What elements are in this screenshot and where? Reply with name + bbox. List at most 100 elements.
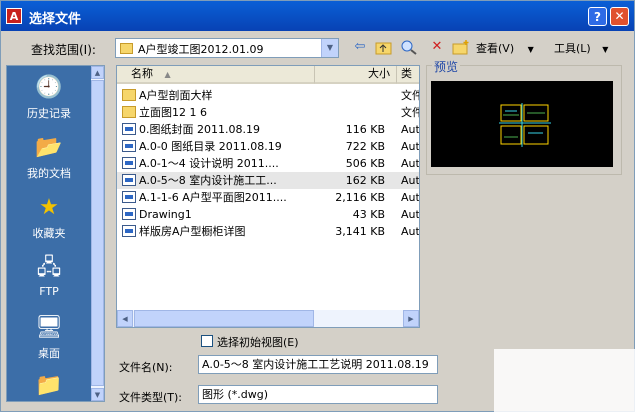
delete-icon[interactable]: ✕ (428, 39, 446, 55)
file-type: Aut (401, 140, 420, 153)
initial-view-checkbox[interactable] (201, 335, 213, 347)
history-icon: 🕘 (35, 75, 63, 100)
column-header-size[interactable]: 大小 (315, 66, 397, 84)
file-size: 506 KB (345, 157, 385, 170)
file-size: 43 KB (352, 208, 385, 221)
folder-up-icon[interactable] (375, 39, 393, 55)
file-size: 162 KB (345, 174, 385, 187)
tools-label: 工具(L) (554, 42, 591, 55)
back-arrow-icon[interactable]: ⇦ (351, 39, 369, 55)
folder-icon: 📁 (35, 373, 63, 398)
search-web-icon[interactable] (400, 39, 418, 55)
views-menu[interactable]: 查看(V) ▼ (476, 40, 534, 56)
scroll-left-button[interactable]: ◀ (117, 310, 133, 327)
table-row[interactable]: A.0-0 图纸目录 2011.08.19 722 KB Aut (117, 138, 419, 155)
scroll-thumb[interactable] (134, 310, 314, 327)
table-row[interactable]: Drawing1 43 KB Aut (117, 206, 419, 223)
desktop-icon: 🖥 (35, 315, 63, 340)
places-bar: 🕘 历史记录 📂 我的文档 ★ 收藏夹 🖧 FTP 🖥 桌面 📁 ▲ ▼ (6, 65, 105, 402)
table-row[interactable]: 立面图12 1 6 文件 (117, 104, 419, 121)
file-type: Aut (401, 225, 420, 238)
folder-icon (122, 106, 136, 118)
scroll-thumb[interactable] (91, 80, 104, 386)
lookin-label: 查找范围(I): (31, 43, 96, 57)
scroll-up-button[interactable]: ▲ (91, 66, 104, 79)
lookin-combo[interactable]: A户型竣工图2012.01.09 ▼ (115, 38, 339, 58)
file-type: Aut (401, 208, 420, 221)
select-file-dialog: A 选择文件 ? ✕ 查找范围(I): A户型竣工图2012.01.09 ▼ ⇦… (0, 0, 635, 413)
file-type: Aut (401, 157, 420, 170)
views-label: 查看(V) (476, 42, 515, 55)
chevron-down-icon[interactable]: ▼ (321, 39, 338, 57)
file-size: 2,116 KB (335, 191, 385, 204)
place-desktop[interactable]: 🖥 桌面 (7, 314, 91, 361)
file-name: A.0-5～8 室内设计施工工... (139, 174, 277, 187)
place-more[interactable]: 📁 (7, 372, 91, 403)
place-favorites-label: 收藏夹 (32, 227, 66, 240)
column-name-label: 名称 (131, 67, 153, 80)
lookin-value: A户型竣工图2012.01.09 (138, 43, 264, 56)
filename-field[interactable]: A.0-5～8 室内设计施工工艺说明 2011.08.19 (198, 355, 438, 374)
dwg-file-icon (122, 123, 136, 135)
place-history[interactable]: 🕘 历史记录 (7, 74, 91, 121)
file-type: 文件 (401, 89, 419, 102)
favorites-star-icon: ★ (39, 195, 59, 220)
preview-label: 预览 (432, 58, 461, 75)
column-header-name[interactable]: 名称 ▲ (117, 66, 315, 84)
file-name: A.1-1-6 A户型平面图2011.... (139, 191, 287, 204)
horizontal-scrollbar[interactable]: ◀ ▶ (117, 310, 419, 327)
table-row[interactable]: 0.图纸封面 2011.08.19 116 KB Aut (117, 121, 419, 138)
table-row[interactable]: A.0-5～8 室内设计施工工... 162 KB Aut (117, 172, 419, 189)
dwg-file-icon (122, 208, 136, 220)
scroll-right-button[interactable]: ▶ (403, 310, 419, 327)
ftp-icon: 🖧 (36, 255, 62, 280)
drawing-preview (431, 81, 613, 167)
dwg-file-icon (122, 225, 136, 237)
column-header-type[interactable]: 类 (397, 66, 419, 84)
filename-label: 文件名(N): (119, 361, 173, 374)
file-name: 0.图纸封面 2011.08.19 (139, 123, 260, 136)
file-size: 3,141 KB (335, 225, 385, 238)
table-row[interactable]: A.0-1～4 设计说明 2011.... 506 KB Aut (117, 155, 419, 172)
filetype-select[interactable]: 图形 (*.dwg) (198, 385, 438, 404)
folder-icon (122, 89, 136, 101)
dwg-file-icon (122, 157, 136, 169)
place-favorites[interactable]: ★ 收藏夹 (7, 194, 91, 241)
place-my-documents-label: 我的文档 (27, 167, 71, 180)
filetype-label: 文件类型(T): (119, 391, 183, 404)
scroll-down-button[interactable]: ▼ (91, 388, 104, 401)
folder-icon (120, 43, 133, 54)
file-name: A.0-1～4 设计说明 2011.... (139, 157, 279, 170)
views-dropdown-icon: ▼ (527, 45, 534, 54)
file-name: 样版房A户型橱柜详图 (139, 225, 246, 238)
tools-menu[interactable]: 工具(L) ▼ (554, 40, 608, 56)
dwg-file-icon (122, 174, 136, 186)
file-type: Aut (401, 123, 420, 136)
file-list: 名称 ▲ 大小 类 A户型剖面大样文件立面图12 1 6文件0.图纸封面 201… (116, 65, 420, 328)
place-ftp-label: FTP (39, 285, 59, 298)
file-name: Drawing1 (139, 208, 192, 221)
file-size: 116 KB (345, 123, 385, 136)
my-documents-icon: 📂 (35, 135, 63, 160)
file-type: 文件 (401, 106, 419, 119)
file-name: A.0-0 图纸目录 2011.08.19 (139, 140, 282, 153)
place-my-documents[interactable]: 📂 我的文档 (7, 134, 91, 181)
window-title: 选择文件 (29, 12, 82, 27)
file-type: Aut (401, 191, 420, 204)
help-button[interactable]: ? (588, 7, 607, 26)
file-type: Aut (401, 174, 420, 187)
title-bar[interactable]: A 选择文件 ? ✕ (1, 1, 634, 31)
close-button[interactable]: ✕ (610, 7, 629, 26)
autocad-app-icon: A (6, 8, 22, 24)
drawing-thumbnail-graphic (499, 103, 551, 147)
table-row[interactable]: A户型剖面大样 文件 (117, 87, 419, 104)
place-ftp[interactable]: 🖧 FTP (7, 254, 91, 298)
place-history-label: 历史记录 (27, 107, 71, 120)
table-row[interactable]: 样版房A户型橱柜详图 3,141 KB Aut (117, 223, 419, 240)
table-row[interactable]: A.1-1-6 A户型平面图2011.... 2,116 KB Aut (117, 189, 419, 206)
places-scrollbar[interactable]: ▲ ▼ (91, 66, 104, 401)
dwg-file-icon (122, 191, 136, 203)
new-folder-icon[interactable] (452, 39, 470, 55)
place-desktop-label: 桌面 (38, 347, 60, 360)
dwg-file-icon (122, 140, 136, 152)
